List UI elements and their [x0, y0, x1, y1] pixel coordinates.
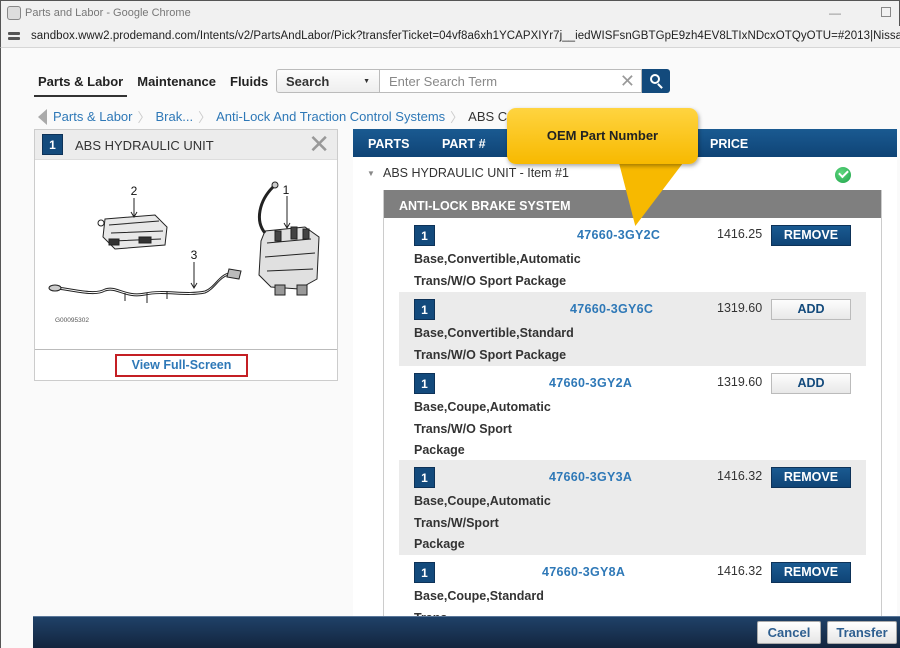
remove-button[interactable]: REMOVE: [771, 562, 851, 583]
part-number-link[interactable]: 47660-3GY2C: [577, 228, 660, 242]
part-price: 1416.32: [717, 469, 763, 483]
clear-icon[interactable]: ✕: [620, 71, 635, 91]
part-price: 1319.60: [717, 301, 763, 315]
search-type-label: Search: [286, 74, 330, 89]
part-description: Base,Coupe,Automatic Trans/W/Sport Packa…: [414, 494, 551, 551]
part-price: 1416.32: [717, 564, 763, 578]
part-row: 1 47660-3GY2A 1319.60 Base,Coupe,Automat…: [399, 366, 866, 460]
transfer-button[interactable]: Transfer: [827, 621, 897, 644]
diagram-label-3: 3: [191, 248, 198, 262]
qty-badge: 1: [414, 562, 435, 583]
part-description: Base,Convertible,Automatic Trans/W/O Spo…: [414, 252, 581, 288]
page: Parts & Labor Maintenance Fluids Search …: [0, 48, 900, 648]
header-price: PRICE: [710, 137, 749, 151]
maximize-icon[interactable]: [878, 5, 894, 21]
remove-button[interactable]: REMOVE: [771, 467, 851, 488]
chevron-right-icon: 〉: [137, 110, 151, 125]
breadcrumb-parts-labor[interactable]: Parts & Labor: [53, 109, 133, 124]
cancel-button[interactable]: Cancel: [757, 621, 821, 644]
diagram-title: ABS HYDRAULIC UNIT: [75, 138, 214, 153]
part-row: 1 47660-3GY6C 1319.60 Base,Convertible,S…: [399, 292, 866, 366]
part-row: 1 47660-3GY8A 1416.32 Base,Coupe,Standar…: [399, 555, 866, 616]
diagram-panel-header: 1 ABS HYDRAULIC UNIT ✕: [35, 130, 337, 160]
app-icon: [7, 6, 21, 20]
window-titlebar: Parts and Labor - Google Chrome —: [0, 0, 900, 26]
oem-part-number-callout: OEM Part Number: [507, 108, 698, 164]
diagram-wire-harness: [48, 268, 242, 303]
part-price: 1416.25: [717, 227, 763, 241]
diagram-label-1: 1: [283, 183, 290, 197]
qty-badge: 1: [414, 467, 435, 488]
search-input[interactable]: [380, 70, 610, 92]
close-icon[interactable]: ✕: [308, 131, 330, 157]
item-group-title: ABS HYDRAULIC UNIT - Item #1: [383, 166, 569, 180]
tab-maintenance[interactable]: Maintenance: [133, 74, 220, 97]
diagram-label-2: 2: [131, 184, 138, 198]
breadcrumb-brakes[interactable]: Brak...: [156, 109, 194, 124]
qty-badge: 1: [414, 299, 435, 320]
system-group: ANTI-LOCK BRAKE SYSTEM 1 47660-3GY2C 141…: [383, 190, 882, 616]
footer-bar: Cancel Transfer: [33, 616, 900, 648]
main-nav: Parts & Labor Maintenance Fluids: [34, 74, 278, 97]
address-bar: sandbox.www2.prodemand.com/Intents/v2/Pa…: [0, 26, 900, 48]
site-info-icon[interactable]: [8, 32, 20, 42]
part-number-link[interactable]: 47660-3GY6C: [570, 302, 653, 316]
part-number-link[interactable]: 47660-3GY2A: [549, 376, 632, 390]
check-circle-icon: [835, 167, 851, 183]
part-row: 1 47660-3GY2C 1416.25 Base,Convertible,A…: [399, 218, 866, 292]
parts-diagram[interactable]: 1 2 3 G00095302: [35, 161, 337, 349]
add-button[interactable]: ADD: [771, 373, 851, 394]
add-button[interactable]: ADD: [771, 299, 851, 320]
url-text[interactable]: sandbox.www2.prodemand.com/Intents/v2/Pa…: [31, 30, 900, 42]
part-row: 1 47660-3GY3A 1416.32 Base,Coupe,Automat…: [399, 460, 866, 555]
tab-fluids[interactable]: Fluids: [226, 74, 272, 97]
part-price: 1319.60: [717, 375, 763, 389]
window-title: Parts and Labor - Google Chrome: [25, 7, 191, 19]
search-bar: Search ▼ ✕: [276, 69, 670, 93]
diagram-panel: 1 ABS HYDRAULIC UNIT ✕ 1 2 3 G00095302 V…: [34, 129, 338, 381]
diagram-panel-footer: View Full-Screen: [35, 349, 337, 380]
caret-down-icon: ▼: [363, 78, 370, 85]
search-input-wrap: ✕: [380, 69, 642, 93]
qty-badge: 1: [414, 373, 435, 394]
diagram-hydraulic-unit: [257, 181, 320, 296]
item-number-badge: 1: [42, 134, 63, 155]
part-description: Base,Convertible,Standard Trans/W/O Spor…: [414, 326, 574, 362]
callout-text: OEM Part Number: [546, 128, 659, 143]
minimize-icon[interactable]: —: [827, 5, 843, 21]
tab-parts-labor[interactable]: Parts & Labor: [34, 74, 128, 97]
remove-button[interactable]: REMOVE: [771, 225, 851, 246]
part-description: Base,Coupe,Standard Trans: [414, 589, 544, 616]
chevron-right-icon: 〉: [198, 110, 212, 125]
header-parts: PARTS: [368, 137, 410, 151]
part-number-link[interactable]: 47660-3GY8A: [542, 565, 625, 579]
breadcrumb-abs-systems[interactable]: Anti-Lock And Traction Control Systems: [216, 109, 445, 124]
part-number-link[interactable]: 47660-3GY3A: [549, 470, 632, 484]
header-part-number: PART #: [442, 137, 486, 151]
part-description: Base,Coupe,Automatic Trans/W/O Sport Pac…: [414, 400, 551, 457]
chevron-right-icon: 〉: [450, 110, 464, 125]
diagram-control-module: [97, 214, 168, 250]
search-type-select[interactable]: Search ▼: [276, 69, 380, 93]
back-arrow-icon[interactable]: [38, 108, 47, 125]
collapse-triangle-icon[interactable]: ▼: [367, 169, 375, 178]
diagram-code: G00095302: [55, 317, 89, 324]
search-button[interactable]: [642, 69, 670, 93]
qty-badge: 1: [414, 225, 435, 246]
view-full-screen-link[interactable]: View Full-Screen: [115, 354, 248, 377]
